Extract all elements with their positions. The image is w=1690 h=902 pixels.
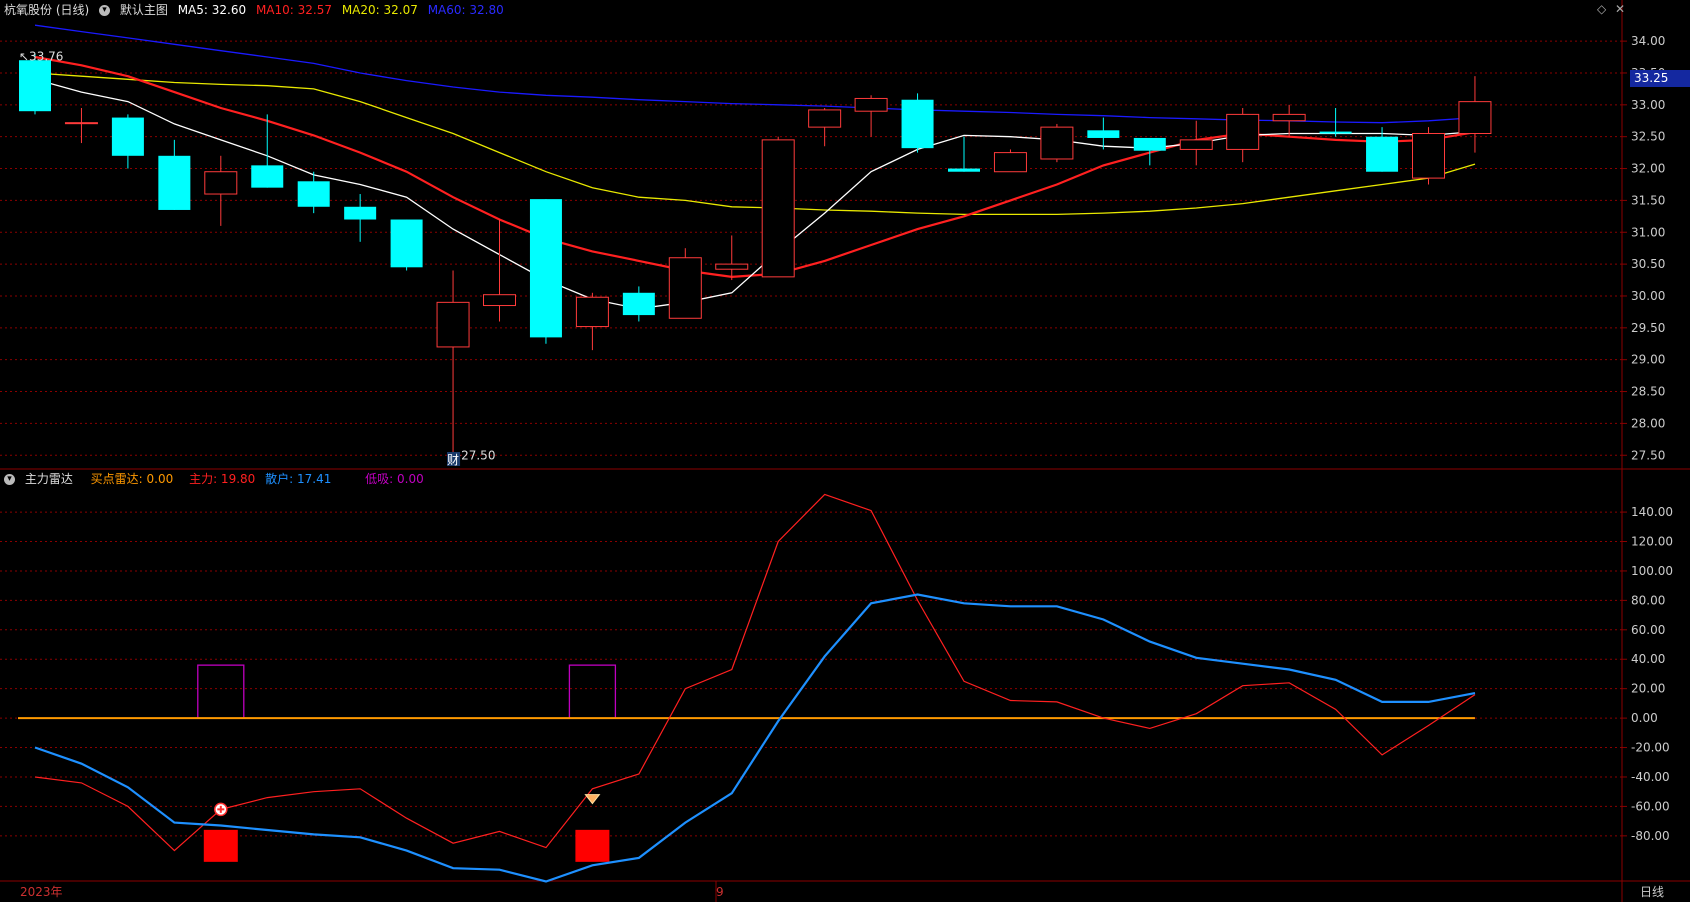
buy-radar-bar [203,829,238,862]
candle-body-down [901,99,934,149]
candle-body-down [948,168,980,172]
indicator-tick-label: 120.00 [1631,535,1673,549]
price-tick-label: 31.50 [1631,193,1665,207]
candle-body-up [1226,113,1260,150]
buy-radar-bar [575,829,610,862]
candle-body-up [993,152,1027,173]
indicator-tick-label: -80.00 [1631,829,1670,843]
indicator-tick-label: 40.00 [1631,652,1665,666]
indicator-tick-label: -60.00 [1631,799,1670,813]
main-force-legend: 主力: 19.80 [189,472,256,486]
price-tick-label: 30.50 [1631,257,1665,271]
diamond-marker-icon [584,794,601,805]
candle-body-up [1412,133,1445,179]
diamond-icon[interactable]: ◇ [1597,2,1606,16]
candle-body-up [575,296,609,328]
indicator-tick-label: 0.00 [1631,711,1658,725]
candle-body-up [204,171,238,195]
candle-body-down [251,165,284,188]
candle-body-up [64,122,98,125]
chevron-down-icon[interactable]: ▾ [99,5,111,16]
last-price-tag: 33.25 [1630,70,1690,87]
candle-body-down [1133,137,1166,151]
buy-radar-legend: 买点雷达: 0.00 [90,472,174,486]
candle-body-up [1272,113,1306,122]
price-tick-label: 33.00 [1631,98,1665,112]
candle-body-down [1366,136,1399,172]
ma60-legend: MA60: 32.80 [427,3,504,17]
finance-marker: 财 [447,453,459,467]
indicator-header: ▾ 主力雷达 买点雷达: 0.00 主力: 19.80 散户: 17.41 低吸… [4,469,430,489]
retail-line [34,593,1476,883]
price-tick-label: 34.00 [1631,34,1665,48]
close-icon[interactable]: ✕ [1615,2,1625,16]
price-tick-label: 31.00 [1631,225,1665,239]
candle-body-up [483,294,516,307]
candle-body-down [622,292,655,316]
candle-body-up [715,263,749,270]
candle-body-down [111,117,144,156]
indicator-tick-label: -20.00 [1631,741,1670,755]
low-suck-bar [197,664,245,719]
high-price-label: ↖33.76 [19,49,63,63]
candle-body-down [158,155,191,210]
candle-body-down [344,206,377,220]
ma60-line [34,24,1476,124]
ma10-legend: MA10: 32.57 [255,3,332,17]
low-suck-bar [568,664,617,719]
candle-body-up [854,97,888,112]
candle-body-down [529,199,562,338]
indicator-tick-label: 60.00 [1631,623,1665,637]
candle-body-down [390,219,423,268]
ma10-line [34,55,1476,279]
stock-title: 杭氧股份 (日线) [4,3,90,17]
candle-body-down [1087,130,1120,138]
price-tick-label: 27.50 [1631,448,1665,462]
indicator-tick-label: 20.00 [1631,682,1665,696]
candle-body-up [808,109,842,128]
main-chart-menu[interactable]: 默认主图 [120,3,168,17]
chevron-down-icon[interactable]: ▾ [4,474,15,485]
ma20-legend: MA20: 32.07 [341,3,418,17]
ma5-legend: MA5: 32.60 [177,3,247,17]
low-suck-legend: 低吸: 0.00 [365,472,424,486]
price-tick-label: 28.00 [1631,416,1665,430]
candle-body-up [1179,139,1213,150]
indicator-tick-label: 100.00 [1631,564,1673,578]
candle-body-up [761,139,795,278]
candle-body-down [19,60,51,112]
candle-body-up [668,257,702,319]
year-label: 2023年 [20,885,63,899]
price-tick-label: 29.00 [1631,353,1665,367]
main-chart-header: 杭氧股份 (日线) ▾ 默认主图 MA5: 32.60 MA10: 32.57 … [4,0,510,20]
price-tick-label: 28.50 [1631,385,1665,399]
candle-body-up [436,301,470,348]
price-tick-label: 32.00 [1631,162,1665,176]
candle-body-down [297,181,330,207]
price-tick-label: 30.00 [1631,289,1665,303]
retail-legend: 散户: 17.41 [265,472,332,486]
indicator-tick-label: -40.00 [1631,770,1670,784]
indicator-tick-label: 140.00 [1631,505,1673,519]
price-tick-label: 32.50 [1631,130,1665,144]
month-label: 9 [716,885,724,899]
price-tick-label: 29.50 [1631,321,1665,335]
candle-body-down [1319,131,1352,134]
indicator-title[interactable]: 主力雷达 [25,472,73,486]
period-label[interactable]: 日线 [1640,882,1664,902]
indicator-tick-label: 80.00 [1631,593,1665,607]
candle-body-up [1458,101,1492,135]
chart-canvas[interactable]: 34.0033.5033.0032.5032.0031.5031.0030.50… [0,0,1690,902]
candle-body-up [1040,126,1074,160]
main-force-line [34,493,1476,852]
